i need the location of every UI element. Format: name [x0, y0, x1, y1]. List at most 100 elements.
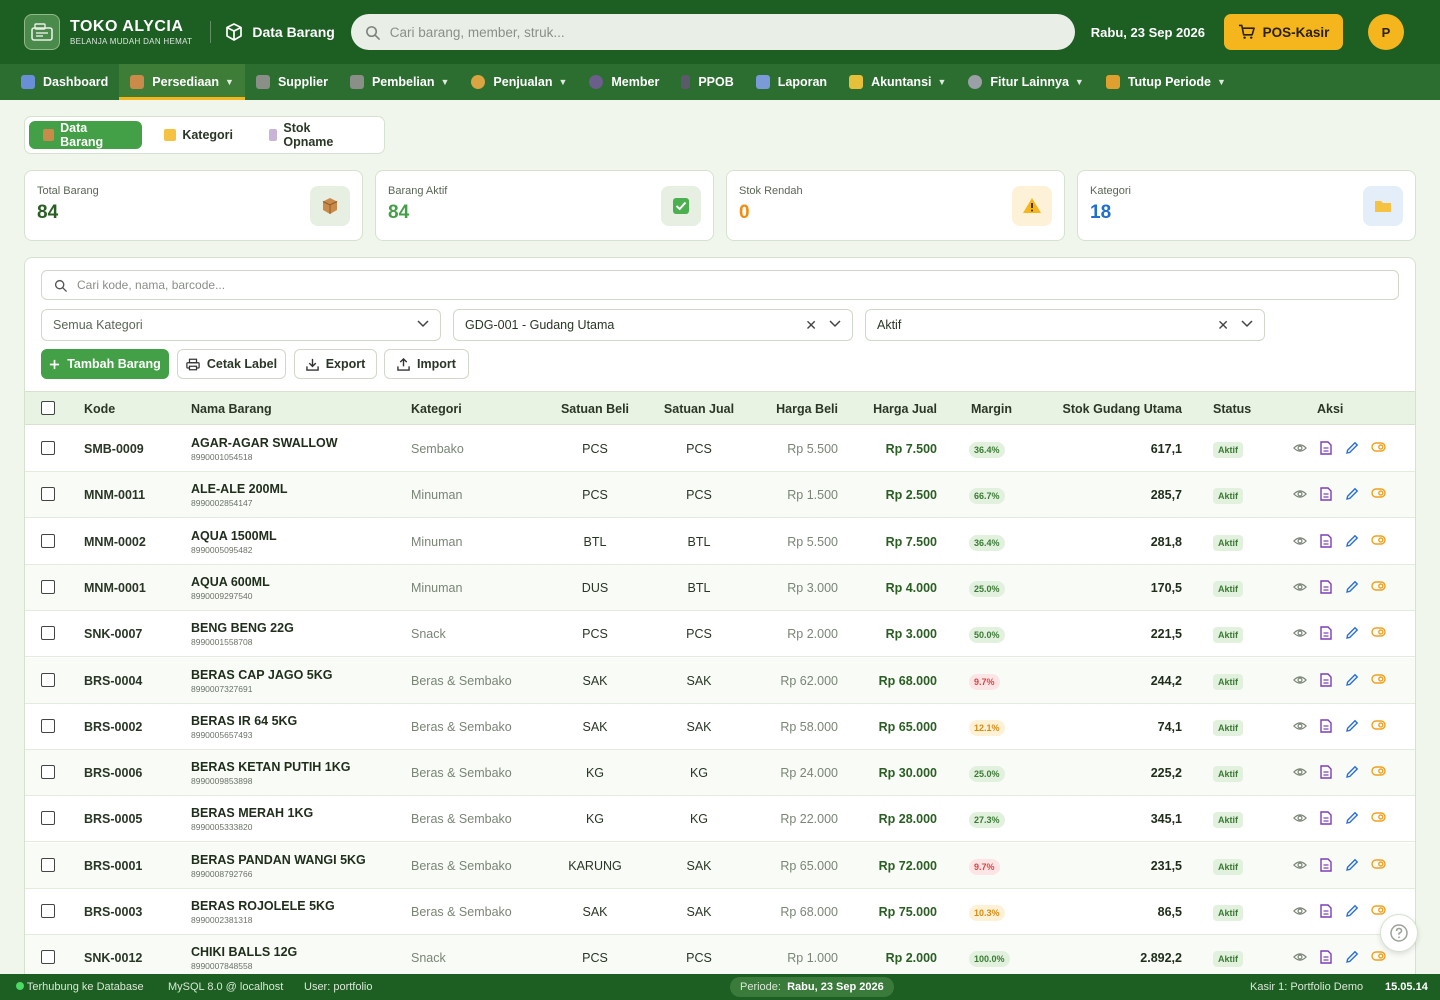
nav-laporan[interactable]: Laporan: [745, 64, 838, 100]
view-icon[interactable]: [1293, 765, 1307, 782]
col-satuan-jual[interactable]: Satuan Jual: [659, 402, 739, 416]
import-button[interactable]: Import: [384, 349, 469, 379]
status-select[interactable]: Aktif ✕: [865, 309, 1265, 341]
edit-icon[interactable]: [1345, 950, 1359, 967]
toggle-icon[interactable]: [1371, 811, 1386, 826]
nav-supplier[interactable]: Supplier: [245, 64, 339, 100]
table-row[interactable]: BRS-0003 BERAS ROJOLELE 5KG 8990002381318 B…: [25, 889, 1415, 935]
edit-icon[interactable]: [1345, 441, 1359, 458]
view-icon[interactable]: [1293, 858, 1307, 875]
toggle-icon[interactable]: [1371, 441, 1386, 456]
table-row[interactable]: SNK-0007 BENG BENG 22G 8990001558708 Snack P…: [25, 611, 1415, 658]
col-satuan-beli[interactable]: Satuan Beli: [555, 402, 635, 416]
toggle-icon[interactable]: [1371, 580, 1386, 595]
row-checkbox[interactable]: [41, 857, 55, 872]
document-icon[interactable]: [1320, 904, 1332, 921]
toggle-icon[interactable]: [1371, 626, 1386, 641]
view-icon[interactable]: [1293, 487, 1307, 504]
view-icon[interactable]: [1293, 580, 1307, 597]
nav-persediaan[interactable]: Persediaan ▼: [119, 64, 245, 100]
document-icon[interactable]: [1320, 672, 1332, 690]
edit-icon[interactable]: [1345, 626, 1359, 643]
col-harga-beli[interactable]: Harga Beli: [748, 402, 838, 416]
edit-icon[interactable]: [1345, 580, 1359, 597]
cetak-label-button[interactable]: Cetak Label: [177, 349, 286, 379]
nav-dashboard[interactable]: Dashboard: [10, 64, 119, 100]
document-icon[interactable]: [1320, 626, 1332, 643]
tambah-barang-button[interactable]: Tambah Barang: [41, 349, 169, 379]
toggle-icon[interactable]: [1371, 765, 1386, 780]
gudang-select[interactable]: GDG-001 - Gudang Utama ✕: [453, 309, 853, 341]
edit-icon[interactable]: [1345, 719, 1359, 736]
col-kode[interactable]: Kode: [84, 402, 115, 416]
toggle-icon[interactable]: [1371, 534, 1386, 549]
toggle-icon[interactable]: [1371, 719, 1386, 734]
tab-data-barang[interactable]: Data Barang: [29, 121, 143, 149]
edit-icon[interactable]: [1345, 765, 1359, 782]
table-search-input[interactable]: [77, 278, 1277, 292]
view-icon[interactable]: [1293, 719, 1307, 736]
export-button[interactable]: Export: [294, 349, 377, 379]
col-stok-gudang-utama[interactable]: Stok Gudang Utama: [1062, 402, 1182, 416]
row-checkbox[interactable]: [41, 672, 55, 687]
nav-akuntansi[interactable]: Akuntansi ▼: [838, 64, 957, 100]
view-icon[interactable]: [1293, 673, 1307, 690]
document-icon[interactable]: [1320, 441, 1332, 458]
nav-penjualan[interactable]: Penjualan ▼: [460, 64, 578, 100]
user-avatar[interactable]: P: [1367, 14, 1404, 50]
kategori-select[interactable]: Semua Kategori: [41, 309, 441, 341]
col-kategori[interactable]: Kategori: [411, 402, 462, 416]
pos-kasir-button[interactable]: POS-Kasir: [1223, 14, 1343, 50]
edit-icon[interactable]: [1345, 487, 1359, 504]
tab-stok-opname[interactable]: Stok Opname: [255, 121, 372, 149]
edit-icon[interactable]: [1345, 858, 1359, 875]
toggle-icon[interactable]: [1371, 673, 1386, 688]
document-icon[interactable]: [1320, 719, 1332, 736]
document-icon[interactable]: [1320, 487, 1332, 504]
toggle-icon[interactable]: [1371, 904, 1386, 919]
table-row[interactable]: MNM-0002 AQUA 1500ML 8990005095482 Minuman B…: [25, 518, 1415, 565]
nav-ppob[interactable]: PPOB: [670, 64, 744, 100]
table-row[interactable]: BRS-0002 BERAS IR 64 5KG 8990005657493 Bera…: [25, 703, 1415, 750]
row-checkbox[interactable]: [41, 718, 55, 733]
edit-icon[interactable]: [1345, 904, 1359, 921]
row-checkbox[interactable]: [41, 950, 55, 965]
select-all-checkbox[interactable]: [41, 401, 55, 415]
nav-fitur-lainnya[interactable]: Fitur Lainnya ▼: [957, 64, 1094, 100]
table-row[interactable]: BRS-0005 BERAS MERAH 1KG 8990005333820 Bera…: [25, 796, 1415, 843]
nav-pembelian[interactable]: Pembelian ▼: [339, 64, 460, 100]
view-icon[interactable]: [1293, 626, 1307, 643]
edit-icon[interactable]: [1345, 534, 1359, 551]
table-row[interactable]: MNM-0011 ALE-ALE 200ML 8990002854147 Minuma…: [25, 472, 1415, 519]
table-row[interactable]: SMB-0009 AGAR-AGAR SWALLOW 8990001054518 Se…: [25, 426, 1415, 472]
table-row[interactable]: BRS-0001 BERAS PANDAN WANGI 5KG 8990008792…: [25, 842, 1415, 889]
row-checkbox[interactable]: [41, 765, 55, 780]
table-row[interactable]: BRS-0006 BERAS KETAN PUTIH 1KG 89900098538…: [25, 750, 1415, 797]
document-icon[interactable]: [1320, 765, 1332, 782]
edit-icon[interactable]: [1345, 673, 1359, 690]
table-row[interactable]: BRS-0004 BERAS CAP JAGO 5KG 8990007327691 B…: [25, 657, 1415, 704]
row-checkbox[interactable]: [41, 811, 55, 826]
help-button[interactable]: [1380, 914, 1418, 952]
view-icon[interactable]: [1293, 950, 1307, 967]
row-checkbox[interactable]: [41, 904, 55, 918]
document-icon[interactable]: [1320, 857, 1332, 875]
view-icon[interactable]: [1293, 441, 1307, 458]
document-icon[interactable]: [1320, 950, 1332, 967]
document-icon[interactable]: [1320, 811, 1332, 828]
clear-icon[interactable]: ✕: [1217, 317, 1229, 334]
col-margin[interactable]: Margin: [971, 402, 1012, 416]
row-checkbox[interactable]: [41, 626, 55, 641]
global-search-input[interactable]: [389, 24, 1030, 40]
view-icon[interactable]: [1293, 811, 1307, 828]
edit-icon[interactable]: [1345, 811, 1359, 828]
row-checkbox[interactable]: [41, 441, 55, 455]
tab-kategori[interactable]: Kategori: [150, 121, 247, 149]
document-icon[interactable]: [1320, 533, 1332, 551]
cash-register-icon[interactable]: [24, 14, 60, 50]
view-icon[interactable]: [1293, 534, 1307, 551]
toggle-icon[interactable]: [1371, 487, 1386, 502]
view-icon[interactable]: [1293, 904, 1307, 921]
row-checkbox[interactable]: [41, 579, 55, 594]
table-row[interactable]: MNM-0001 AQUA 600ML 8990009297540 Minuman DU…: [25, 564, 1415, 611]
